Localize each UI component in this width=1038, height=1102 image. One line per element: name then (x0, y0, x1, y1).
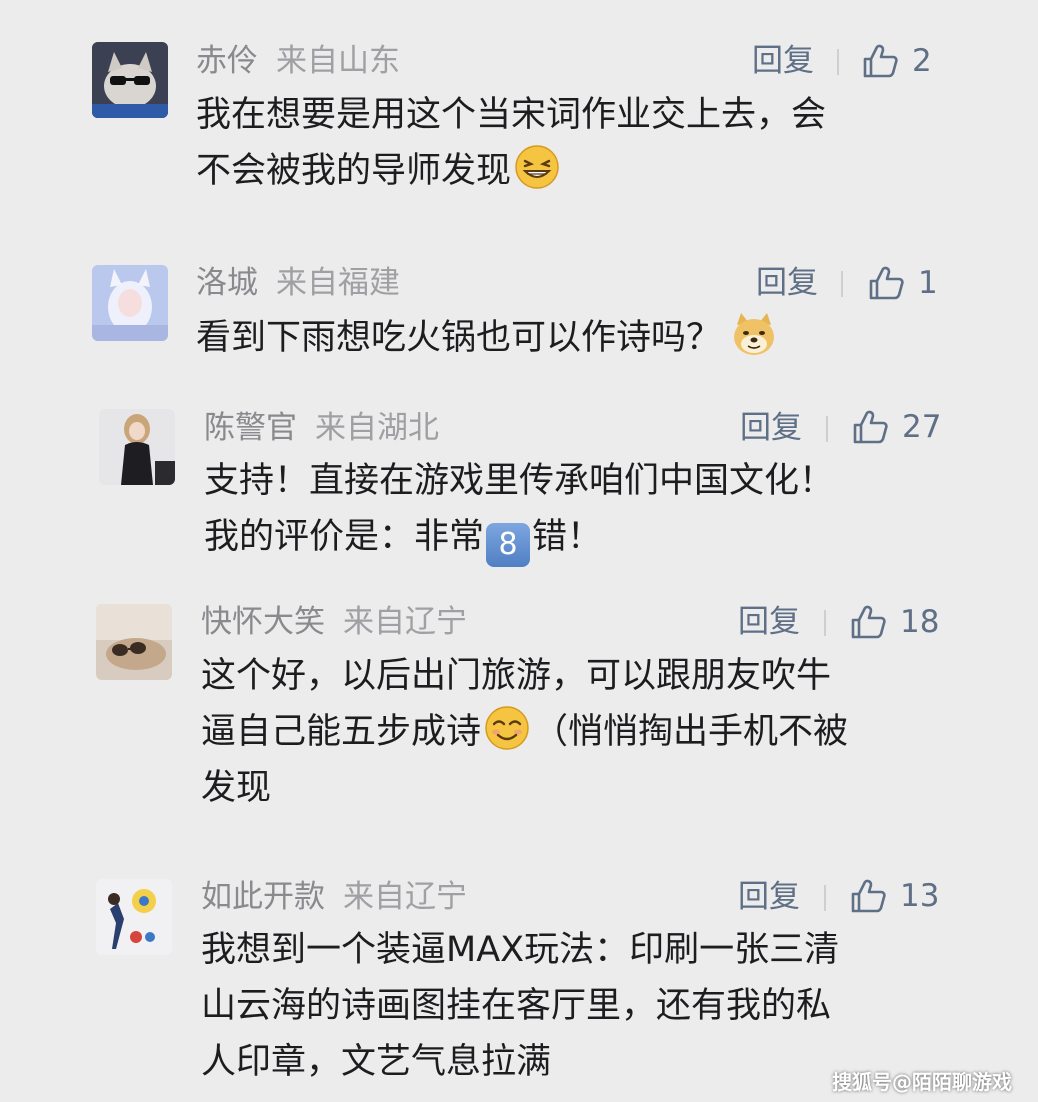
username[interactable]: 快怀大笑 (201, 604, 325, 640)
like-count: 27 (902, 409, 942, 445)
divider (837, 49, 839, 75)
like-count: 1 (918, 265, 938, 301)
thumbs-up-icon (850, 604, 886, 640)
comment-line: 不会被我的导师发现 (196, 143, 826, 199)
like-button[interactable]: 13 (850, 877, 939, 915)
comment-line: 看到下雨想吃火锅也可以作诗吗？ (196, 310, 780, 366)
username[interactable]: 如此开款 (201, 879, 325, 915)
thumbs-up-icon (850, 878, 886, 914)
comment-line: 这个好，以后出门旅游，可以跟朋友吹牛 (201, 656, 832, 696)
divider (824, 885, 826, 911)
thumbs-up-icon (868, 265, 904, 301)
comment-line-text: 不会被我的导师发现 (196, 151, 512, 191)
reply-button[interactable]: 回复 (740, 409, 802, 447)
username[interactable]: 陈警官 (204, 410, 297, 446)
comment-header: 快怀大笑 来自辽宁 (201, 603, 467, 641)
location: 来自辽宁 (343, 604, 467, 640)
comment-header: 洛城 来自福建 (196, 264, 400, 302)
like-button[interactable]: 1 (868, 264, 938, 302)
avatar[interactable] (96, 604, 172, 680)
keycap-8-emoji: 8 (486, 523, 531, 567)
location: 来自福建 (276, 265, 400, 301)
thumbs-up-icon (862, 43, 898, 79)
location: 来自辽宁 (343, 879, 467, 915)
like-count: 2 (912, 43, 932, 79)
reply-button[interactable]: 回复 (738, 603, 800, 641)
thumbs-up-icon (852, 409, 888, 445)
comment-line-text: 逼自己能五步成诗 (201, 712, 482, 752)
avatar[interactable] (96, 879, 172, 955)
reply-button[interactable]: 回复 (756, 264, 818, 302)
like-button[interactable]: 27 (852, 408, 941, 446)
comment-line-text: 看到下雨想吃火锅也可以作诗吗？ (196, 318, 722, 358)
watermark: 搜狐号@陌陌聊游戏 (832, 1070, 1012, 1094)
comment-text: 看到下雨想吃火锅也可以作诗吗？ (196, 310, 780, 366)
comment-line-text: 我的评价是：非常 (204, 517, 485, 557)
comment-header: 如此开款 来自辽宁 (201, 878, 467, 916)
like-count: 18 (900, 604, 940, 640)
avatar[interactable] (92, 265, 168, 341)
location: 来自山东 (276, 43, 400, 79)
grin-emoji (515, 145, 559, 189)
comment-line: 支持！直接在游戏里传承咱们中国文化！ (204, 461, 835, 501)
comment-text: 我在想要是用这个当宋词作业交上去，会 不会被我的导师发现 (196, 87, 826, 199)
smirk-emoji (485, 706, 529, 750)
location: 来自湖北 (315, 410, 439, 446)
comment-line: 逼自己能五步成诗 （悄悄掏出手机不被 (201, 704, 848, 760)
reply-button[interactable]: 回复 (738, 878, 800, 916)
divider (826, 416, 828, 442)
comment-line-text: （悄悄掏出手机不被 (533, 712, 849, 752)
comment-line: 山云海的诗画图挂在客厅里，还有我的私 (201, 986, 832, 1026)
comment-line: 发现 (201, 768, 272, 808)
divider (841, 271, 843, 297)
comment-line: 我在想要是用这个当宋词作业交上去，会 (196, 95, 827, 135)
username[interactable]: 洛城 (196, 265, 258, 301)
comment-line: 人印章，文艺气息拉满 (201, 1042, 552, 1082)
comment-line-text: 错！ (532, 517, 603, 557)
like-count: 13 (900, 878, 940, 914)
avatar[interactable] (92, 42, 168, 118)
comment-line: 我想到一个装逼MAX玩法：印刷一张三清 (201, 930, 840, 970)
comment-header: 赤伶 来自山东 (196, 42, 400, 80)
like-button[interactable]: 18 (850, 603, 939, 641)
doge-emoji (734, 313, 775, 355)
comment-text: 这个好，以后出门旅游，可以跟朋友吹牛 逼自己能五步成诗 （悄悄掏出手机不被 发现 (201, 648, 848, 816)
comment-line: 我的评价是：非常 8 错！ (204, 509, 834, 567)
comment-text: 支持！直接在游戏里传承咱们中国文化！ 我的评价是：非常 8 错！ (204, 453, 834, 567)
comment-text: 我想到一个装逼MAX玩法：印刷一张三清 山云海的诗画图挂在客厅里，还有我的私 人… (201, 922, 839, 1090)
divider (824, 610, 826, 636)
reply-button[interactable]: 回复 (752, 42, 814, 80)
like-button[interactable]: 2 (862, 42, 932, 80)
comment-header: 陈警官 来自湖北 (204, 409, 439, 447)
avatar[interactable] (99, 409, 175, 485)
username[interactable]: 赤伶 (196, 43, 258, 79)
